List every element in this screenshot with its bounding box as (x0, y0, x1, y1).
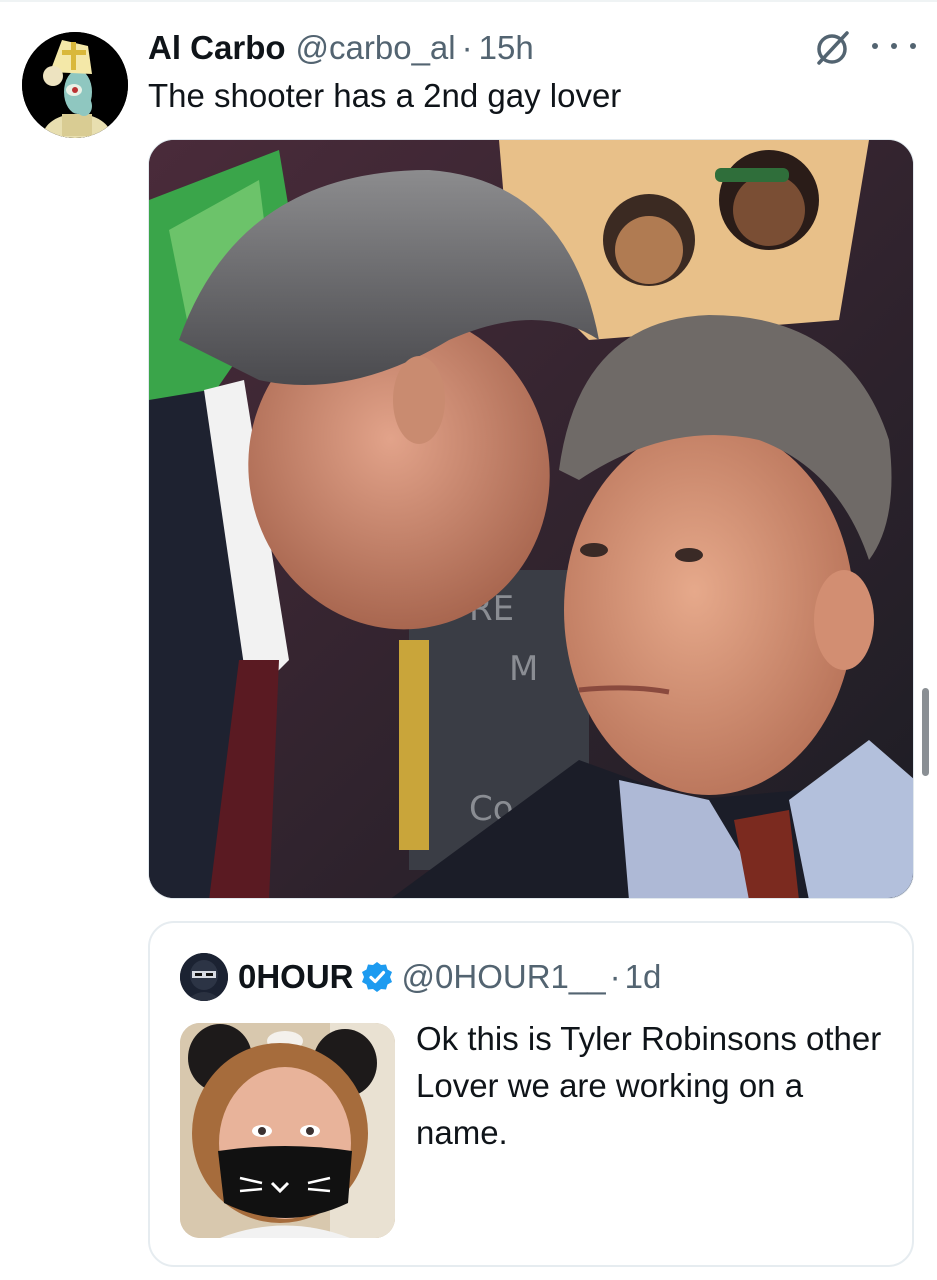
post-text: The shooter has a 2nd gay lover (148, 77, 622, 114)
quoted-author-handle[interactable]: @0HOUR1__ (402, 958, 606, 996)
scrollbar-thumb[interactable] (922, 688, 929, 776)
quoted-post-header: 0HOUR @0HOUR1__ · 1d (238, 955, 661, 999)
separator-dot: · (609, 958, 621, 995)
post-time[interactable]: 15h (479, 29, 534, 67)
quoted-author-name[interactable]: 0HOUR (238, 958, 354, 996)
more-options-icon[interactable] (872, 30, 916, 62)
dot-icon (910, 43, 916, 49)
quoted-post-time[interactable]: 1d (625, 958, 662, 996)
quoted-author-avatar[interactable] (180, 953, 228, 1001)
verified-check-icon (361, 962, 392, 992)
grok-icon[interactable] (812, 28, 852, 68)
squidward-pope-icon (22, 32, 128, 138)
top-divider (0, 0, 937, 2)
dot-icon (872, 43, 878, 49)
author-name[interactable]: Al Carbo (148, 29, 286, 67)
tweet-view: Al Carbo @carbo_al · 15h The shooter has… (0, 0, 937, 1280)
author-avatar[interactable] (22, 32, 128, 138)
svg-text:M: M (509, 649, 538, 689)
quoted-post[interactable]: 0HOUR @0HOUR1__ · 1d Ok this is Tyler Ro… (148, 921, 914, 1267)
post-media-photo[interactable]: RE M Co (148, 139, 914, 899)
author-handle[interactable]: @carbo_al (296, 29, 456, 67)
photo-person-cat-ears-mask-icon (180, 1023, 395, 1238)
grok-slash-icon (817, 31, 849, 65)
verified-badge-icon (360, 960, 394, 994)
photo-two-men-whispering-icon: RE M Co (149, 140, 913, 898)
post-header: Al Carbo @carbo_al · 15h (148, 26, 534, 70)
separator-dot: · (461, 29, 473, 66)
quoted-post-photo[interactable] (180, 1023, 395, 1238)
dot-icon (891, 43, 897, 49)
masked-figure-avatar-icon (180, 953, 228, 1001)
quoted-post-text: Ok this is Tyler Robinsons other Lover w… (416, 1020, 882, 1151)
